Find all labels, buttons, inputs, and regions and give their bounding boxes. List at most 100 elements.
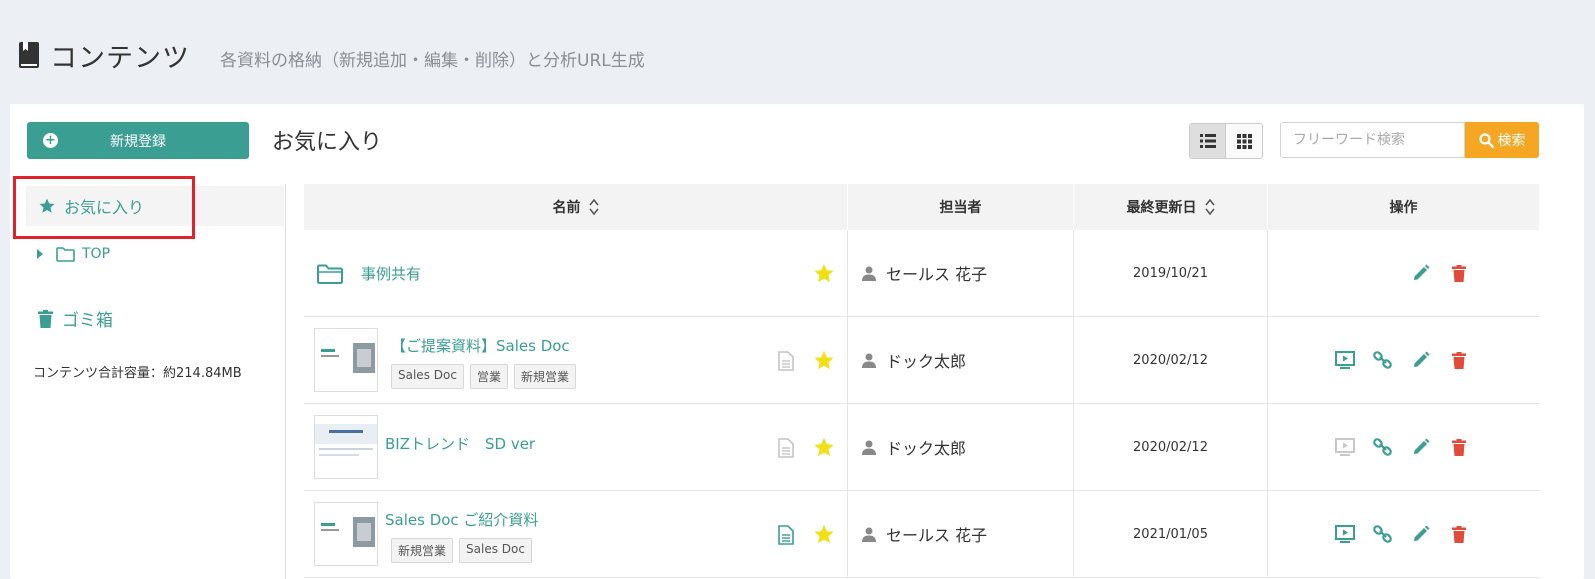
sidebar-item-favorites[interactable]: お気に入り	[26, 186, 284, 226]
user-icon	[862, 353, 876, 368]
column-ops-label: 操作	[1389, 200, 1418, 216]
table-row[interactable]: Sales Doc ご紹介資料 新規営業 Sales Doc セールス 花子 2…	[304, 491, 1539, 578]
delete-button[interactable]	[1449, 263, 1469, 283]
trash-icon	[1452, 525, 1466, 543]
edit-button[interactable]	[1411, 350, 1431, 370]
trash-icon	[1452, 264, 1466, 282]
column-name-label: 名前	[552, 200, 581, 216]
caret-right-icon	[37, 249, 43, 259]
tag[interactable]: 営業	[469, 364, 508, 389]
present-button[interactable]	[1335, 524, 1355, 544]
present-button[interactable]	[1335, 350, 1355, 370]
content-card: + 新規登録 お気に入り 検索	[10, 104, 1584, 579]
delete-button[interactable]	[1449, 350, 1469, 370]
ops-cell	[1268, 230, 1539, 316]
favorite-star-icon[interactable]	[812, 349, 836, 372]
document-icon[interactable]	[778, 351, 794, 371]
favorite-star-icon[interactable]	[812, 436, 836, 459]
tag[interactable]: 新規営業	[513, 364, 576, 389]
item-title-link[interactable]: Sales Doc ご紹介資料	[385, 509, 538, 530]
pencil-icon	[1414, 438, 1430, 454]
link-button[interactable]	[1373, 524, 1393, 544]
owner-cell: ドック太郎	[848, 317, 1074, 403]
item-title-link[interactable]: BIZトレンド SD ver	[385, 433, 535, 454]
document-icon[interactable]	[778, 525, 794, 545]
pencil-icon	[1414, 264, 1430, 280]
grid-view-button[interactable]	[1226, 124, 1262, 158]
delete-button[interactable]	[1449, 437, 1469, 457]
presentation-icon	[1335, 351, 1355, 369]
favorite-star-icon[interactable]	[812, 262, 836, 285]
document-thumbnail	[314, 328, 378, 392]
link-button[interactable]	[1373, 350, 1393, 370]
pencil-icon	[1414, 525, 1430, 541]
date-cell: 2020/02/12	[1074, 317, 1268, 403]
sidebar-trash-label: ゴミ箱	[62, 311, 113, 331]
storage-capacity: コンテンツ合計容量：約214.84MB	[33, 366, 242, 381]
user-icon	[862, 440, 876, 455]
edit-button[interactable]	[1411, 524, 1431, 544]
column-header-date[interactable]: 最終更新日	[1074, 184, 1268, 230]
tag[interactable]: 新規営業	[391, 538, 454, 563]
search-button[interactable]: 検索	[1465, 122, 1539, 158]
owner-name: ドック太郎	[886, 352, 967, 371]
presentation-icon	[1335, 525, 1355, 543]
tag-list: Sales Doc 営業 新規営業	[391, 364, 576, 389]
tag[interactable]: Sales Doc	[391, 364, 464, 389]
link-button[interactable]	[1373, 437, 1393, 457]
sort-icon	[1204, 198, 1215, 216]
date-cell: 2021/01/05	[1074, 491, 1268, 577]
delete-button[interactable]	[1449, 524, 1469, 544]
owner-cell: セールス 花子	[848, 491, 1074, 577]
sidebar-favorites-label: お気に入り	[64, 198, 145, 217]
document-icon[interactable]	[778, 438, 794, 458]
grid-icon	[1236, 133, 1252, 149]
page-header: コンテンツ 各資料の格納（新規追加・編集・削除）と分析URL生成	[18, 38, 645, 74]
trash-icon	[38, 309, 53, 328]
list-view-button[interactable]	[1190, 124, 1226, 158]
column-header-name[interactable]: 名前	[304, 184, 848, 230]
contents-table: 名前 担当者 最終更新日 操作 事例共有 セールス 花子 2019/10/21 …	[304, 184, 1539, 578]
document-thumbnail	[314, 502, 378, 566]
trash-icon	[1452, 438, 1466, 456]
sidebar-top-label: TOP	[82, 246, 111, 262]
column-header-owner: 担当者	[848, 184, 1074, 230]
edit-button[interactable]	[1411, 263, 1431, 283]
item-title-link[interactable]: 【ご提案資料】Sales Doc	[391, 335, 570, 356]
new-register-label: 新規登録	[110, 133, 166, 150]
tag[interactable]: Sales Doc	[459, 538, 532, 563]
search-input[interactable]	[1280, 122, 1465, 158]
owner-name: ドック太郎	[886, 439, 967, 458]
owner-name: セールス 花子	[886, 526, 988, 545]
name-cell: Sales Doc ご紹介資料 新規営業 Sales Doc	[304, 491, 848, 577]
sidebar-item-top[interactable]: TOP	[36, 246, 110, 262]
folder-icon	[56, 246, 75, 262]
table-row[interactable]: 事例共有 セールス 花子 2019/10/21	[304, 230, 1539, 317]
sidebar: お気に入り TOP ゴミ箱 コンテンツ合計容量：約214.84MB	[10, 176, 286, 579]
user-icon	[862, 527, 876, 542]
user-icon	[862, 266, 876, 281]
pencil-icon	[1414, 351, 1430, 367]
favorite-star-icon[interactable]	[812, 523, 836, 546]
item-title-link[interactable]: 事例共有	[361, 263, 421, 284]
present-button-disabled	[1335, 437, 1355, 457]
ops-cell	[1268, 317, 1539, 403]
link-icon	[1373, 351, 1392, 369]
owner-cell: ドック太郎	[848, 404, 1074, 490]
book-icon	[19, 42, 39, 68]
trash-icon	[1452, 351, 1466, 369]
edit-button[interactable]	[1411, 437, 1431, 457]
ops-cell	[1268, 491, 1539, 577]
section-title: お気に入り	[272, 130, 383, 155]
star-icon	[39, 198, 55, 213]
search-icon	[1478, 132, 1494, 148]
owner-cell: セールス 花子	[848, 230, 1074, 316]
date-cell: 2020/02/12	[1074, 404, 1268, 490]
new-register-button[interactable]: + 新規登録	[27, 122, 249, 159]
table-row[interactable]: 【ご提案資料】Sales Doc Sales Doc 営業 新規営業 ドック太郎…	[304, 317, 1539, 404]
page-title: コンテンツ	[50, 42, 190, 74]
table-row[interactable]: BIZトレンド SD ver ドック太郎 2020/02/12	[304, 404, 1539, 491]
sidebar-item-trash[interactable]: ゴミ箱	[38, 306, 113, 331]
date-cell: 2019/10/21	[1074, 230, 1268, 316]
sort-icon	[588, 198, 599, 216]
